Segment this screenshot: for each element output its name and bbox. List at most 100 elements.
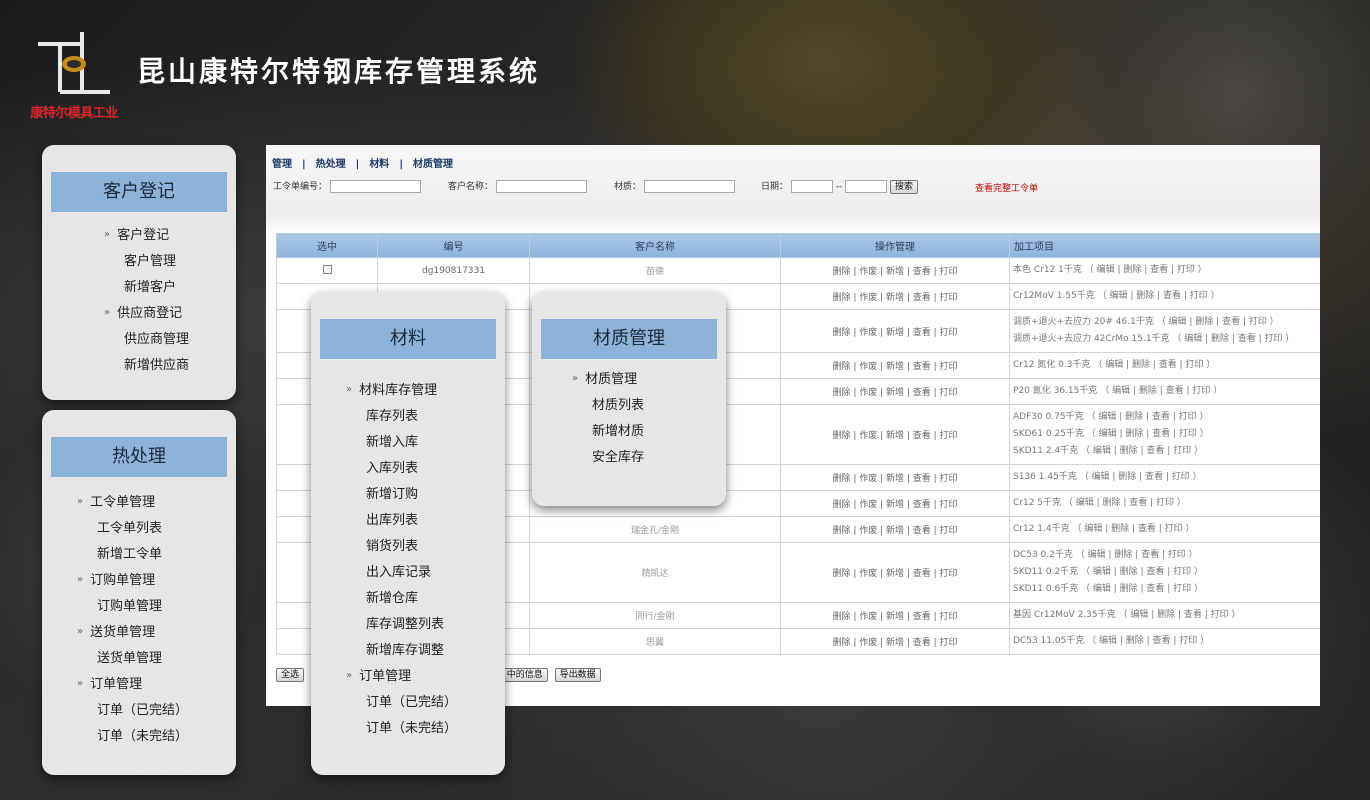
row-actions-cell[interactable]: 删除 | 作废 | 新增 | 查看 | 打印 [780,378,1010,405]
menu-group-item[interactable]: 订单管理 [346,664,457,690]
nav-item[interactable]: 材料 [369,159,389,170]
date-separator: -- [835,182,843,192]
customer-panel-title: 客户登记 [51,172,227,212]
process-line[interactable]: ADF30 0.75千克 （ 编辑 | 删除 | 查看 | 打印 ） [1013,409,1320,426]
process-line[interactable]: Cr12 1.4千克 （ 编辑 | 删除 | 查看 | 打印 ） [1013,521,1320,538]
row-actions-cell[interactable]: 删除 | 作废 | 新增 | 查看 | 打印 [780,404,1010,465]
menu-item[interactable]: 出库列表 [346,508,457,534]
row-process-cell: Cr12 氮化 0.3千克 （ 编辑 | 删除 | 查看 | 打印 ） [1009,352,1320,379]
menu-group-item[interactable]: 供应商登记 [104,301,189,327]
process-line[interactable]: Cr12 氮化 0.3千克 （ 编辑 | 删除 | 查看 | 打印 ） [1013,357,1320,374]
selected-info-button[interactable]: 中的信息 [501,668,548,682]
menu-item[interactable]: 新增仓库 [346,586,457,612]
menu-group-item[interactable]: 订购单管理 [77,568,188,594]
date-start-input[interactable] [790,180,833,193]
menu-group-item[interactable]: 送货单管理 [77,620,188,646]
menu-item[interactable]: 新增供应商 [104,353,189,379]
menu-item[interactable]: 销货列表 [346,534,457,560]
menu-item[interactable]: 出入库记录 [346,560,457,586]
heat-treatment-panel: 热处理 工令单管理工令单列表新增工令单订购单管理订购单管理送货单管理送货单管理订… [42,410,236,775]
customer-input[interactable] [495,180,587,193]
menu-item[interactable]: 客户管理 [104,249,189,275]
menu-item[interactable]: 工令单列表 [77,516,188,542]
menu-group-item[interactable]: 材料库存管理 [346,378,457,404]
process-line[interactable]: S136 1.45千克 （ 编辑 | 删除 | 查看 | 打印 ） [1013,469,1320,486]
menu-item[interactable]: 新增客户 [104,275,189,301]
row-customer-cell: 苗德 [529,257,781,284]
row-actions-cell[interactable]: 删除 | 作废 | 新增 | 查看 | 打印 [780,628,1010,655]
menu-group-item[interactable]: 客户登记 [104,223,189,249]
row-actions-cell[interactable]: 删除 | 作废 | 新增 | 查看 | 打印 [780,490,1010,517]
col-header-process: 加工项目 [1009,233,1320,258]
nav-item[interactable]: 材质管理 [413,159,453,170]
process-line[interactable]: DC53 0.2千克 （ 编辑 | 删除 | 查看 | 打印 ） [1013,547,1320,564]
row-actions-cell[interactable]: 删除 | 作废 | 新增 | 查看 | 打印 [780,516,1010,543]
row-actions-cell[interactable]: 删除 | 作废 | 新增 | 查看 | 打印 [780,352,1010,379]
process-line[interactable]: 调质+退火+去应力 42CrMo 15.1千克 （ 编辑 | 删除 | 查看 |… [1013,331,1320,348]
menu-item[interactable]: 安全库存 [572,445,644,471]
process-line[interactable]: SKD11 2.4千克 （ 编辑 | 删除 | 查看 | 打印 ） [1013,443,1320,460]
menu-item[interactable]: 新增订购 [346,482,457,508]
col-header-customer: 客户名称 [529,233,781,258]
row-actions-cell[interactable]: 删除 | 作废 | 新增 | 查看 | 打印 [780,283,1010,310]
nav-item[interactable]: 热处理 [316,159,346,170]
select-all-button[interactable]: 全选 [276,668,305,682]
material-input[interactable] [643,180,735,193]
menu-item[interactable]: 入库列表 [346,456,457,482]
process-line[interactable]: SKD11 0.2千克 （ 编辑 | 删除 | 查看 | 打印 ） [1013,564,1320,581]
process-line[interactable]: 调质+退火+去应力 20# 46.1千克 （ 编辑 | 删除 | 查看 | 打印… [1013,314,1320,331]
material-label: 材质： [614,182,642,192]
row-select-cell [276,257,378,284]
process-line[interactable]: Cr12MoV 1.55千克 （ 编辑 | 删除 | 查看 | 打印 ） [1013,288,1320,305]
menu-group-item[interactable]: 工令单管理 [77,490,188,516]
material-quality-panel: 材质管理 材质管理材质列表新增材质安全库存 [532,292,726,506]
menu-item[interactable]: 材质列表 [572,393,644,419]
process-line[interactable]: P20 氮化 36.15千克 （ 编辑 | 删除 | 查看 | 打印 ） [1013,383,1320,400]
col-header-select: 选中 [276,233,378,258]
process-line[interactable]: DC53 11.05千克 （ 编辑 | 删除 | 查看 | 打印 ） [1013,633,1320,650]
row-actions-cell[interactable]: 删除 | 作废 | 新增 | 查看 | 打印 [780,257,1010,284]
menu-item[interactable]: 新增工令单 [77,542,188,568]
process-line[interactable]: 本色 Cr12 1千克 （ 编辑 | 删除 | 查看 | 打印 ） [1013,262,1320,279]
menu-item[interactable]: 订单（已完结） [77,698,188,724]
menu-item[interactable]: 新增入库 [346,430,457,456]
row-process-cell: S136 1.45千克 （ 编辑 | 删除 | 查看 | 打印 ） [1009,464,1320,491]
menu-item[interactable]: 送货单管理 [77,646,188,672]
process-line[interactable]: SKD61 0.25千克 （ 编辑 | 删除 | 查看 | 打印 ） [1013,426,1320,443]
view-full-orders-link[interactable]: 查看完整工令单 [975,181,1038,194]
menu-item[interactable]: 库存调整列表 [346,612,457,638]
row-checkbox[interactable] [322,264,332,274]
menu-item[interactable]: 库存列表 [346,404,457,430]
company-logo: 康特尔模具工业 [24,30,124,122]
row-actions-cell[interactable]: 删除 | 作废 | 新增 | 查看 | 打印 [780,309,1010,353]
matmgmt-menu: 材质管理材质列表新增材质安全库存 [572,367,644,471]
row-actions-cell[interactable]: 删除 | 作废 | 新增 | 查看 | 打印 [780,602,1010,629]
menu-item[interactable]: 新增库存调整 [346,638,457,664]
search-button[interactable]: 搜索 [890,179,919,194]
menu-item[interactable]: 供应商管理 [104,327,189,353]
row-actions-cell[interactable]: 删除 | 作废 | 新增 | 查看 | 打印 [780,542,1010,603]
order-no-input[interactable] [329,180,421,193]
process-line[interactable]: SKD11 0.6千克 （ 编辑 | 删除 | 查看 | 打印 ） [1013,581,1320,598]
process-line[interactable]: Cr12 5千克 （ 编辑 | 删除 | 查看 | 打印 ） [1013,495,1320,512]
filter-customer: 客户名称： [448,179,587,193]
process-line[interactable]: 基因 Cr12MoV 2.35千克 （ 编辑 | 删除 | 查看 | 打印 ） [1013,607,1320,624]
menu-item[interactable]: 订购单管理 [77,594,188,620]
menu-group-item[interactable]: 订单管理 [77,672,188,698]
row-customer-cell: 思翼 [529,628,781,655]
nav-item[interactable]: 管理 [272,159,292,170]
customer-panel: 客户登记 客户登记客户管理新增客户供应商登记供应商管理新增供应商 [42,145,236,400]
date-end-input[interactable] [845,180,888,193]
menu-item[interactable]: 新增材质 [572,419,644,445]
menu-item[interactable]: 订单（未完结） [77,724,188,750]
row-process-cell: DC53 11.05千克 （ 编辑 | 删除 | 查看 | 打印 ） [1009,628,1320,655]
row-process-cell: P20 氮化 36.15千克 （ 编辑 | 删除 | 查看 | 打印 ） [1009,378,1320,405]
menu-item[interactable]: 订单（未完结） [346,716,457,742]
row-actions-cell[interactable]: 删除 | 作废 | 新增 | 查看 | 打印 [780,464,1010,491]
menu-item[interactable]: 订单（已完结） [346,690,457,716]
heat-panel-title: 热处理 [51,437,227,477]
material-panel-title: 材料 [320,319,496,359]
row-customer-cell: 同行/金刚 [529,602,781,629]
export-button[interactable]: 导出数据 [554,668,601,682]
menu-group-item[interactable]: 材质管理 [572,367,644,393]
